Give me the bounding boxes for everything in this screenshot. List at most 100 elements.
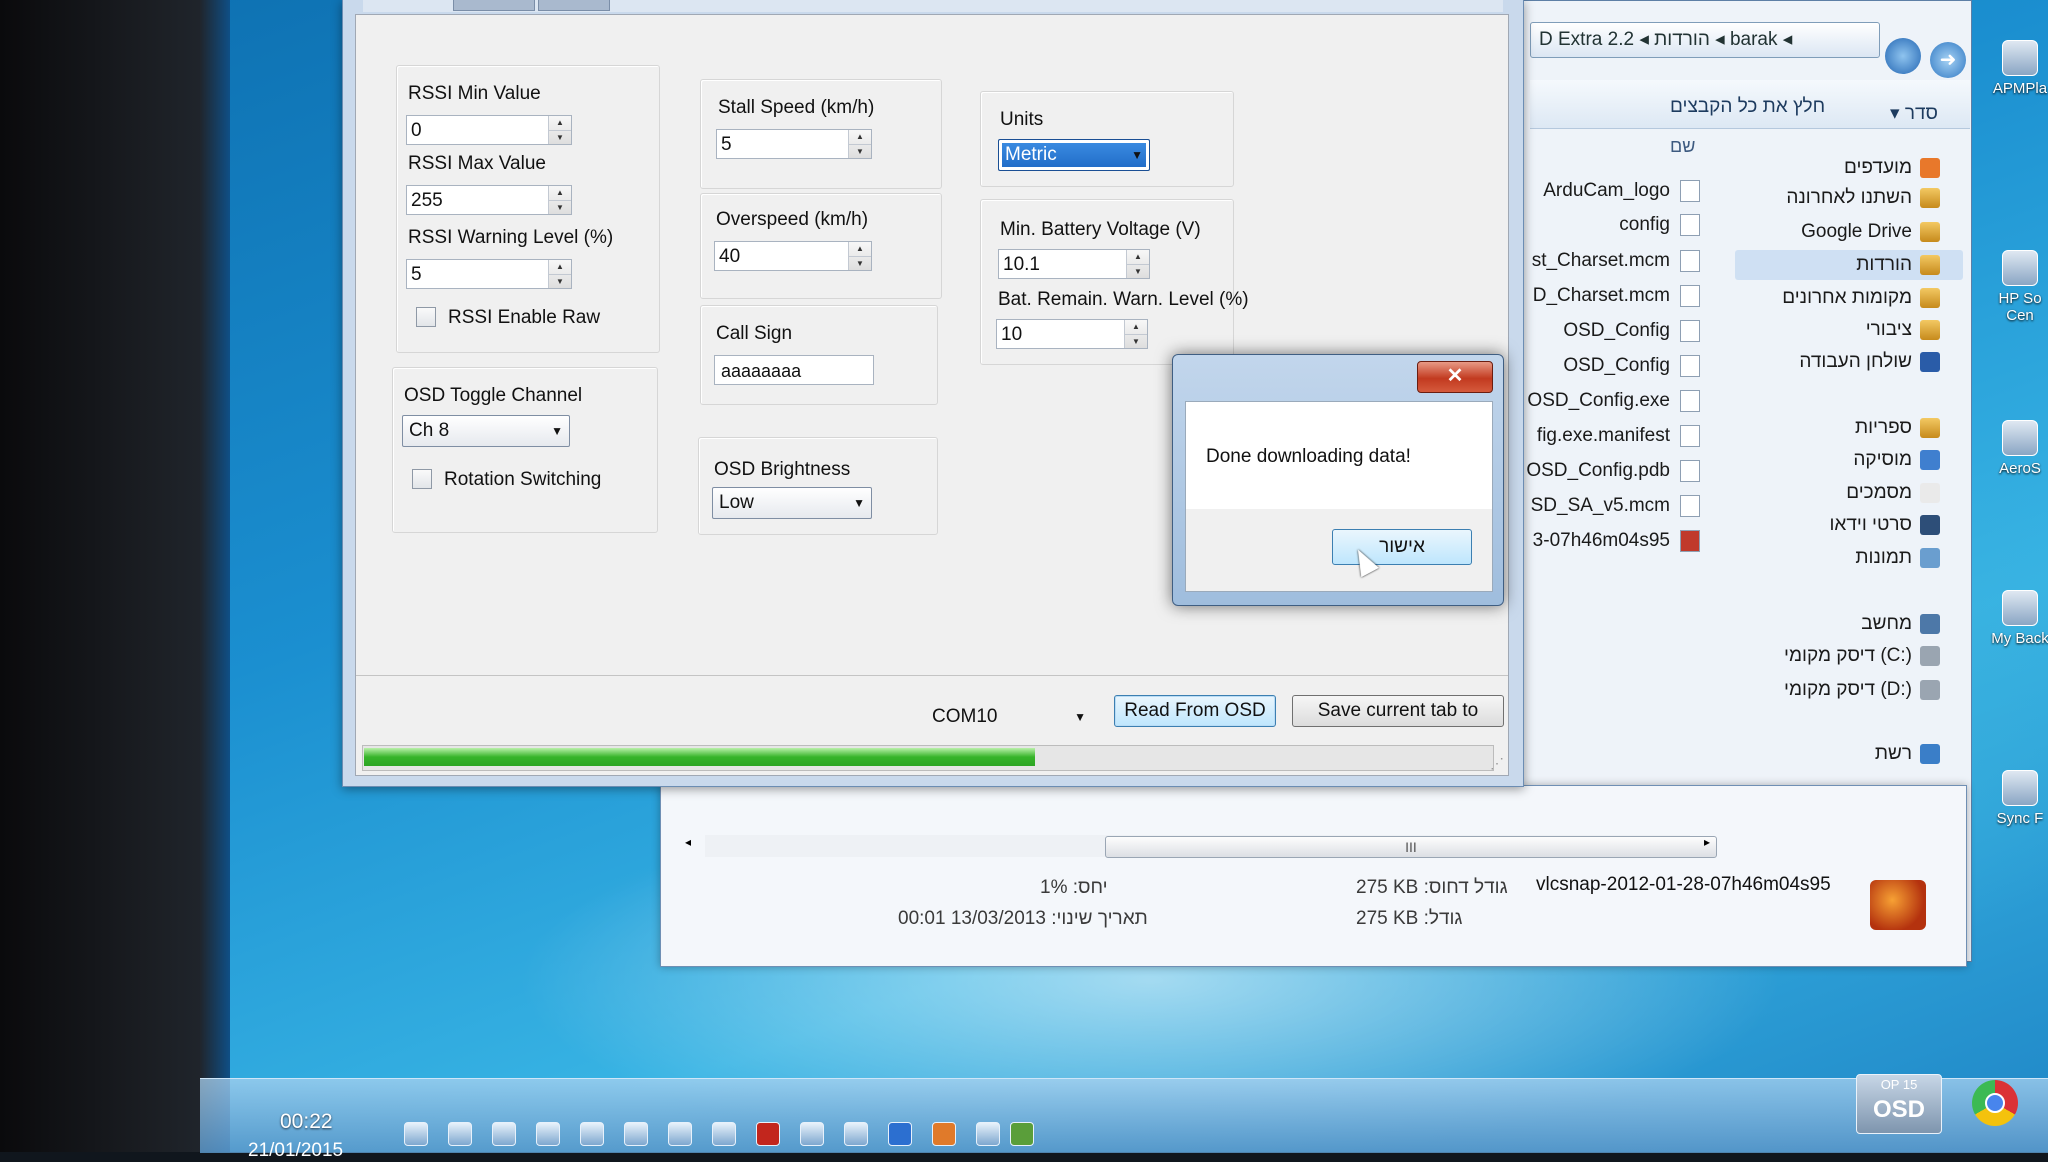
battery-voltage-spinner[interactable]: ▲ ▼ bbox=[1126, 250, 1149, 278]
file-item[interactable]: st_Charset.mcm bbox=[1520, 248, 1700, 274]
notification-bell-icon[interactable] bbox=[624, 1122, 648, 1146]
rssi-min-spinner[interactable]: ▲ ▼ bbox=[548, 116, 571, 144]
file-item[interactable]: OSD_Config.pdb bbox=[1520, 458, 1700, 484]
file-item[interactable]: OSD_Config.exe bbox=[1520, 388, 1700, 414]
bat-remain-warn-input[interactable]: 10 ▲ ▼ bbox=[996, 319, 1148, 349]
tab-panel-2[interactable] bbox=[538, 0, 610, 11]
network-signal-icon[interactable] bbox=[448, 1122, 472, 1146]
extract-all-button[interactable]: חלץ את כל הקבצים bbox=[1670, 96, 1825, 118]
display-icon[interactable] bbox=[668, 1122, 692, 1146]
rssi-max-spinner[interactable]: ▲ ▼ bbox=[548, 186, 571, 214]
rotation-switching-checkbox[interactable] bbox=[412, 469, 432, 489]
nav-item-music[interactable]: מוסיקה bbox=[1740, 446, 1940, 474]
forward-button[interactable]: ➜ bbox=[1930, 42, 1966, 78]
nav-item-network[interactable]: רשת bbox=[1740, 740, 1940, 768]
resize-grip[interactable]: ⋰ bbox=[1490, 755, 1504, 772]
dialog-close-button[interactable]: ✕ bbox=[1417, 361, 1493, 393]
address-bar[interactable]: D Extra 2.2 ◂ הורדות ◂ barak ◂ bbox=[1530, 22, 1880, 58]
nav-item-libraries[interactable]: ספריות bbox=[1740, 414, 1940, 442]
nav-item-public[interactable]: ציבורי bbox=[1740, 316, 1940, 344]
scroll-thumb[interactable]: III bbox=[1105, 836, 1717, 858]
horizontal-scrollbar[interactable]: ◂ III ▸ bbox=[685, 835, 1717, 858]
callsign-input[interactable]: aaaaaaaa bbox=[714, 355, 874, 385]
scroll-left-arrow[interactable]: ◂ bbox=[685, 835, 691, 849]
file-item[interactable]: fig.exe.manifest bbox=[1520, 423, 1700, 449]
file-item[interactable]: 3-07h46m04s95 bbox=[1520, 528, 1700, 554]
desktop-icon-apmplanner[interactable]: APMPla bbox=[1990, 40, 2048, 97]
overspeed-spinner[interactable]: ▲ ▼ bbox=[848, 242, 871, 270]
nav-item-favorites[interactable]: מועדפים bbox=[1740, 154, 1940, 182]
spin-down-icon[interactable]: ▼ bbox=[1127, 265, 1149, 279]
tools-icon[interactable] bbox=[932, 1122, 956, 1146]
spin-up-icon[interactable]: ▲ bbox=[849, 130, 871, 145]
bat-remain-spinner[interactable]: ▲ ▼ bbox=[1124, 320, 1147, 348]
spin-up-icon[interactable]: ▲ bbox=[1127, 250, 1149, 265]
nav-item-drive-c[interactable]: דיסק מקומי (C:) bbox=[1740, 642, 1940, 670]
spin-up-icon[interactable]: ▲ bbox=[549, 116, 571, 131]
spin-down-icon[interactable]: ▼ bbox=[549, 131, 571, 145]
spin-up-icon[interactable]: ▲ bbox=[1125, 320, 1147, 335]
rssi-warning-spinner[interactable]: ▲ ▼ bbox=[548, 260, 571, 288]
min-battery-voltage-input[interactable]: 10.1 ▲ ▼ bbox=[998, 249, 1150, 279]
file-item[interactable]: D_Charset.mcm bbox=[1520, 283, 1700, 309]
nav-item-recent-places[interactable]: מקומות אחרונים bbox=[1740, 284, 1940, 312]
osd-toggle-dropdown[interactable]: Ch 8 ▼ bbox=[402, 415, 570, 447]
bluetooth-icon[interactable] bbox=[888, 1122, 912, 1146]
spin-down-icon[interactable]: ▼ bbox=[849, 145, 871, 159]
adobe-icon[interactable] bbox=[756, 1122, 780, 1146]
rssi-max-input[interactable]: 255 ▲ ▼ bbox=[406, 185, 572, 215]
nav-item-desktop[interactable]: שולחן העבודה bbox=[1740, 348, 1940, 376]
file-item[interactable]: OSD_Config bbox=[1520, 353, 1700, 379]
taskbar-osd-config-button[interactable]: OP 15 OSD bbox=[1856, 1074, 1942, 1134]
taskbar-date[interactable]: 21/01/2015 bbox=[248, 1140, 343, 1162]
spin-down-icon[interactable]: ▼ bbox=[549, 275, 571, 289]
clipboard-icon[interactable] bbox=[492, 1122, 516, 1146]
desktop-icon-mybackup[interactable]: My Back bbox=[1990, 590, 2048, 647]
spin-up-icon[interactable]: ▲ bbox=[549, 186, 571, 201]
desktop-icon-aeros[interactable]: AeroS bbox=[1990, 420, 2048, 477]
file-item[interactable]: OSD_Config bbox=[1520, 318, 1700, 344]
file-item[interactable]: config bbox=[1520, 212, 1700, 238]
save-current-tab-button[interactable]: Save current tab to bbox=[1292, 695, 1504, 727]
nav-item-recent-changes[interactable]: השתנו לאחרונה bbox=[1740, 184, 1940, 212]
file-item[interactable]: SD_SA_v5.mcm bbox=[1520, 493, 1700, 519]
app-tray-icon[interactable] bbox=[844, 1122, 868, 1146]
taskbar-clock[interactable]: 00:22 bbox=[280, 1110, 333, 1134]
read-from-osd-button[interactable]: Read From OSD bbox=[1114, 695, 1276, 727]
nav-item-downloads[interactable]: הורדות bbox=[1740, 251, 1940, 279]
osd-brightness-dropdown[interactable]: Low ▼ bbox=[712, 487, 872, 519]
chrome-tray-icon[interactable] bbox=[580, 1122, 604, 1146]
volume-icon[interactable] bbox=[404, 1122, 428, 1146]
nav-item-videos[interactable]: סרטי וידאו bbox=[1740, 511, 1940, 539]
nav-item-pictures[interactable]: תמונות bbox=[1740, 544, 1940, 572]
nav-item-drive-d[interactable]: דיסק מקומי (D:) bbox=[1740, 676, 1940, 704]
settings-gear-icon[interactable] bbox=[712, 1122, 736, 1146]
scroll-track[interactable]: III bbox=[705, 835, 1717, 858]
desktop-icon-sync[interactable]: Sync F bbox=[1990, 770, 2048, 827]
search-icon[interactable] bbox=[800, 1122, 824, 1146]
rssi-enable-raw-checkbox[interactable] bbox=[416, 307, 436, 327]
action-center-flag-icon[interactable] bbox=[536, 1122, 560, 1146]
spin-down-icon[interactable]: ▼ bbox=[849, 257, 871, 271]
overspeed-input[interactable]: 40 ▲ ▼ bbox=[714, 241, 872, 271]
com-port-dropdown[interactable]: COM10 ▼ bbox=[926, 701, 1092, 733]
back-button[interactable] bbox=[1885, 38, 1921, 74]
stall-speed-spinner[interactable]: ▲ ▼ bbox=[848, 130, 871, 158]
units-dropdown[interactable]: Metric ▼ bbox=[998, 139, 1150, 171]
chrome-icon[interactable] bbox=[1972, 1080, 2018, 1126]
name-column-header[interactable]: שם bbox=[1670, 136, 1695, 157]
rssi-warning-input[interactable]: 5 ▲ ▼ bbox=[406, 259, 572, 289]
messenger-icon[interactable] bbox=[976, 1122, 1000, 1146]
tab-panel-1[interactable] bbox=[453, 0, 535, 11]
organize-button[interactable]: ▾ סדר bbox=[1890, 102, 1938, 125]
nav-item-google-drive[interactable]: Google Drive bbox=[1740, 218, 1940, 246]
spin-up-icon[interactable]: ▲ bbox=[549, 260, 571, 275]
scroll-right-arrow[interactable]: ▸ bbox=[1704, 835, 1710, 849]
spin-down-icon[interactable]: ▼ bbox=[549, 201, 571, 215]
shield-icon[interactable] bbox=[1010, 1122, 1034, 1146]
nav-item-documents[interactable]: מסמכים bbox=[1740, 479, 1940, 507]
spin-down-icon[interactable]: ▼ bbox=[1125, 335, 1147, 349]
stall-speed-input[interactable]: 5 ▲ ▼ bbox=[716, 129, 872, 159]
rssi-min-input[interactable]: 0 ▲ ▼ bbox=[406, 115, 572, 145]
nav-item-computer[interactable]: מחשב bbox=[1740, 610, 1940, 638]
